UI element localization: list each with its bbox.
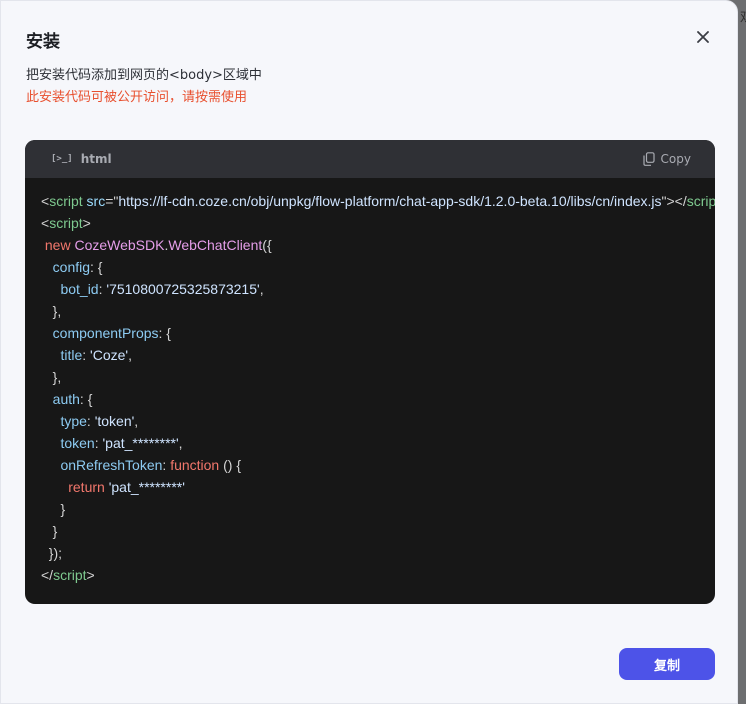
install-dialog: 安装 把安装代码添加到网页的<body>区域中 此安装代码可被公开访问，请按需使… xyxy=(0,0,738,704)
code-token: < xyxy=(41,215,50,231)
code-token: } xyxy=(41,523,58,539)
copy-code-button[interactable]: Copy xyxy=(642,152,691,166)
code-token: } xyxy=(41,501,66,517)
code-line: }, xyxy=(41,300,715,322)
code-token: > xyxy=(82,215,91,231)
close-icon xyxy=(697,31,709,43)
code-line: return 'pat_********' xyxy=(41,476,715,498)
code-token: , xyxy=(128,347,132,363)
code-token: onRefreshToken xyxy=(60,457,163,473)
code-token: script xyxy=(49,193,83,209)
code-token: , xyxy=(259,281,264,297)
code-line: }); xyxy=(41,542,715,564)
code-line: bot_id: '7510800725325873215', xyxy=(41,278,715,300)
code-token: 'Coze' xyxy=(90,347,129,363)
code-token: 'pat_********' xyxy=(108,479,185,495)
code-token: 'pat_********' xyxy=(102,435,179,451)
code-token: auth xyxy=(52,391,80,407)
code-line: type: 'token', xyxy=(41,410,715,432)
code-panel-header: [>_] html Copy xyxy=(25,140,715,178)
code-line: token: 'pat_********', xyxy=(41,432,715,454)
code-token: </ xyxy=(41,567,54,583)
code-token: > xyxy=(86,567,95,583)
code-panel: [>_] html Copy <script src="https://lf-c… xyxy=(25,140,715,604)
code-token: }, xyxy=(41,303,62,319)
code-token: bot_id xyxy=(60,281,99,297)
code-line: auth: { xyxy=(41,388,715,410)
code-line: } xyxy=(41,498,715,520)
code-token: }, xyxy=(41,369,62,385)
code-token: () { xyxy=(219,457,242,473)
code-token: =" xyxy=(105,193,119,209)
code-token: script xyxy=(53,567,87,583)
code-line: <script> xyxy=(41,212,715,234)
code-token: < xyxy=(41,193,50,209)
code-token: : { xyxy=(79,391,93,407)
code-line: <script src="https://lf-cdn.coze.cn/obj/… xyxy=(41,190,715,212)
terminal-icon: [>_] xyxy=(51,154,73,164)
code-token: config xyxy=(52,259,91,275)
copy-icon xyxy=(642,152,655,166)
code-token: WebChatClient xyxy=(168,237,263,253)
code-line: title: 'Coze', xyxy=(41,344,715,366)
install-description: 把安装代码添加到网页的<body>区域中 xyxy=(26,68,262,83)
language-label: html xyxy=(80,152,112,166)
code-token: , xyxy=(134,413,139,429)
code-token: ({ xyxy=(262,237,272,253)
code-token: type xyxy=(60,413,87,429)
code-token: componentProps xyxy=(52,325,159,341)
code-line: } xyxy=(41,520,715,542)
code-token: '7510800725325873215' xyxy=(106,281,260,297)
code-line: </script> xyxy=(41,564,715,586)
background-edge-text: 双 xyxy=(740,8,746,25)
code-line: new CozeWebSDK.WebChatClient({ xyxy=(41,234,715,256)
copy-code-label: Copy xyxy=(660,152,691,166)
code-lines: <script src="https://lf-cdn.coze.cn/obj/… xyxy=(41,190,715,586)
close-button[interactable] xyxy=(693,27,713,47)
code-token: , xyxy=(178,435,183,451)
code-token: : xyxy=(82,347,91,363)
code-token: new xyxy=(44,237,71,253)
code-line: componentProps: { xyxy=(41,322,715,344)
code-token: : xyxy=(86,413,95,429)
code-token: script xyxy=(686,193,715,209)
code-token: function xyxy=(170,457,220,473)
code-token: : { xyxy=(90,259,103,275)
code-token: title xyxy=(60,347,83,363)
code-token: 'token' xyxy=(94,413,135,429)
code-token: return xyxy=(68,479,105,495)
code-token: CozeWebSDK xyxy=(74,237,165,253)
code-line: }, xyxy=(41,366,715,388)
code-token: "></ xyxy=(661,193,687,209)
public-access-warning: 此安装代码可被公开访问，请按需使用 xyxy=(26,90,248,105)
language-indicator: [>_] html xyxy=(51,152,112,166)
code-token: : { xyxy=(158,325,171,341)
code-token: src xyxy=(86,193,106,209)
copy-button[interactable]: 复制 xyxy=(619,648,715,680)
code-line: onRefreshToken: function () { xyxy=(41,454,715,476)
dialog-title: 安装 xyxy=(26,32,60,52)
code-token: https://lf-cdn.coze.cn/obj/unpkg/flow-pl… xyxy=(118,193,662,209)
code-token: }); xyxy=(41,545,63,561)
code-token: token xyxy=(60,435,95,451)
code-line: config: { xyxy=(41,256,715,278)
code-token: script xyxy=(49,215,83,231)
code-block[interactable]: <script src="https://lf-cdn.coze.cn/obj/… xyxy=(25,178,715,604)
